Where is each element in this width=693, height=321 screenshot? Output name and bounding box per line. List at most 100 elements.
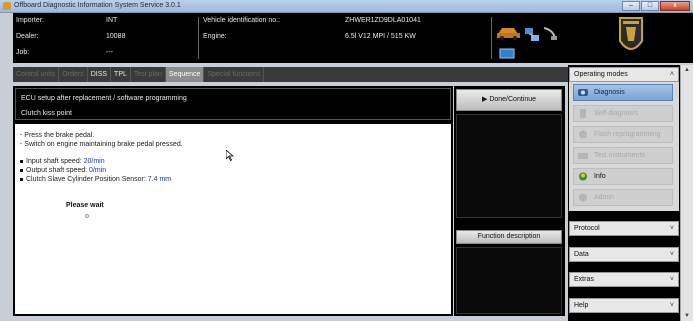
mode-flash-reprogramming[interactable]: Flash reprogramming xyxy=(573,126,673,143)
description-panel xyxy=(456,247,562,314)
reading-input-shaft: Input shaft speed: 20/min xyxy=(20,158,105,165)
mode-diagnosis[interactable]: Diagnosis xyxy=(573,84,673,101)
car-icon[interactable] xyxy=(497,28,520,40)
tab-control-units[interactable]: Control units xyxy=(13,67,60,82)
status-message: Please wait xyxy=(66,202,104,209)
loading-icon xyxy=(85,214,89,218)
mode-admin[interactable]: Admin xyxy=(573,189,673,206)
maximize-button[interactable]: □ xyxy=(641,1,659,11)
chevron-down-icon: ˅ xyxy=(669,225,674,232)
admin-icon xyxy=(579,193,587,202)
chevron-down-icon: ˅ xyxy=(669,302,674,309)
help-label: Help xyxy=(574,302,589,309)
action-column: ▶ Done/Continue Function description xyxy=(454,86,565,316)
window-titlebar: Offboard Diagnostic Information System S… xyxy=(0,0,693,13)
tab-test-plan[interactable]: Test plan xyxy=(131,67,166,82)
vehicle-info-header: Importer: INT Dealer: 10088 Job: --- Veh… xyxy=(13,13,568,63)
reading-output-shaft: Output shaft speed: 0/min xyxy=(20,167,106,174)
brand-logo-area xyxy=(568,13,693,63)
reading-value: 0/min xyxy=(89,167,107,174)
brand-logo xyxy=(619,17,643,50)
monitor-icon[interactable] xyxy=(499,48,515,59)
reading-clutch-sensor: Clutch Slave Cylinder Position Sensor: 7… xyxy=(20,176,171,183)
mode-self-diagnosis[interactable]: Self-diagnosis xyxy=(573,105,673,122)
mouse-cursor-icon xyxy=(226,150,234,161)
job-label: Job: xyxy=(16,49,30,56)
mode-label: Test instruments xyxy=(594,152,645,159)
mode-label: Diagnosis xyxy=(594,89,625,96)
operating-modes-list: Diagnosis Self-diagnosis Flash reprogram… xyxy=(569,82,679,211)
protocol-header[interactable]: Protocol ˅ xyxy=(569,221,679,236)
chevron-down-icon: ˅ xyxy=(669,276,674,283)
extras-header[interactable]: Extras ˅ xyxy=(569,272,679,287)
cable-icon[interactable] xyxy=(543,27,557,40)
sidebar-scrollbar[interactable]: ▲ ▼ xyxy=(680,65,693,321)
operating-modes-label: Operating modes xyxy=(574,71,628,78)
dealer-value: 10088 xyxy=(106,33,126,40)
procedure-subtitle: Clutch kiss point xyxy=(21,110,72,117)
vin-label: Vehicle identification no.: xyxy=(203,17,281,24)
engine-value: 6.5l V12 MPI / 515 KW xyxy=(345,33,416,40)
close-button[interactable]: x xyxy=(660,1,690,11)
flash-icon xyxy=(579,130,587,139)
reading-label: Clutch Slave Cylinder Position Sensor: xyxy=(26,176,148,183)
diagnosis-icon xyxy=(578,89,588,96)
window-title: Offboard Diagnostic Information System S… xyxy=(14,2,181,9)
right-sidebar: Operating modes ˄ Diagnosis Self-diagnos… xyxy=(568,65,680,321)
tab-tpl[interactable]: TPL xyxy=(111,67,131,82)
app-icon xyxy=(3,2,11,10)
reading-label: Input shaft speed: xyxy=(26,158,84,165)
tab-diss[interactable]: DISS xyxy=(88,67,112,82)
done-continue-button[interactable]: ▶ Done/Continue xyxy=(456,89,562,111)
header-tool-icons xyxy=(497,27,557,59)
reading-value: 7.4 mm xyxy=(147,176,172,183)
reading-label: Output shaft speed: xyxy=(26,167,90,174)
data-header[interactable]: Data ˅ xyxy=(569,247,679,262)
procedure-header: ECU setup after replacement / software p… xyxy=(15,88,451,120)
engine-label: Engine: xyxy=(203,33,227,40)
done-continue-label: Done/Continue xyxy=(489,96,537,103)
tab-sequence[interactable]: Sequence xyxy=(165,67,205,82)
importer-label: Importer: xyxy=(16,17,45,24)
tab-special-functions[interactable]: Special functions xyxy=(204,67,265,82)
mode-label: Flash reprogramming xyxy=(594,131,661,138)
operating-modes-header[interactable]: Operating modes ˄ xyxy=(569,67,679,82)
header-divider xyxy=(491,17,492,59)
mode-label: Admin xyxy=(594,194,614,201)
network-icon[interactable] xyxy=(525,28,539,41)
header-divider xyxy=(198,17,199,59)
importer-value: INT xyxy=(106,17,118,24)
chevron-up-icon: ˄ xyxy=(669,71,674,78)
minimize-button[interactable]: – xyxy=(622,1,640,11)
vin-value: ZHWER1ZD9DLA01041 xyxy=(345,17,421,24)
test-instruments-icon xyxy=(578,153,588,159)
help-header[interactable]: Help ˅ xyxy=(569,298,679,313)
procedure-title: ECU setup after replacement / software p… xyxy=(21,95,187,102)
self-diagnosis-icon xyxy=(580,109,586,118)
bullet-icon xyxy=(20,177,23,181)
scroll-up-icon[interactable]: ▲ xyxy=(684,67,690,73)
data-label: Data xyxy=(574,251,589,258)
instruction-line: - Switch on engine maintaining brake ped… xyxy=(20,141,183,148)
navigation-tabs: Control units Orders DISS TPL Test plan … xyxy=(13,67,568,82)
sequence-workspace: ECU setup after replacement / software p… xyxy=(13,86,460,316)
bullet-icon xyxy=(20,168,23,172)
mode-label: Self-diagnosis xyxy=(594,110,638,117)
info-icon xyxy=(579,172,587,181)
chevron-down-icon: ˅ xyxy=(669,251,674,258)
window-controls: – □ x xyxy=(622,1,690,11)
instruction-line: - Press the brake pedal. xyxy=(20,132,95,139)
function-description-button[interactable]: Function description xyxy=(456,230,562,244)
job-value: --- xyxy=(106,49,113,56)
reading-value: 20/min xyxy=(83,158,105,165)
dealer-label: Dealer: xyxy=(16,33,39,40)
tab-orders[interactable]: Orders xyxy=(59,67,88,82)
action-info-panel xyxy=(456,114,562,218)
protocol-label: Protocol xyxy=(574,225,600,232)
scroll-down-icon[interactable]: ▼ xyxy=(684,313,690,319)
mode-label: Info xyxy=(594,173,606,180)
mode-test-instruments[interactable]: Test instruments xyxy=(573,147,673,164)
extras-label: Extras xyxy=(574,276,594,283)
mode-info[interactable]: Info xyxy=(573,168,673,185)
bullet-icon xyxy=(20,159,23,163)
